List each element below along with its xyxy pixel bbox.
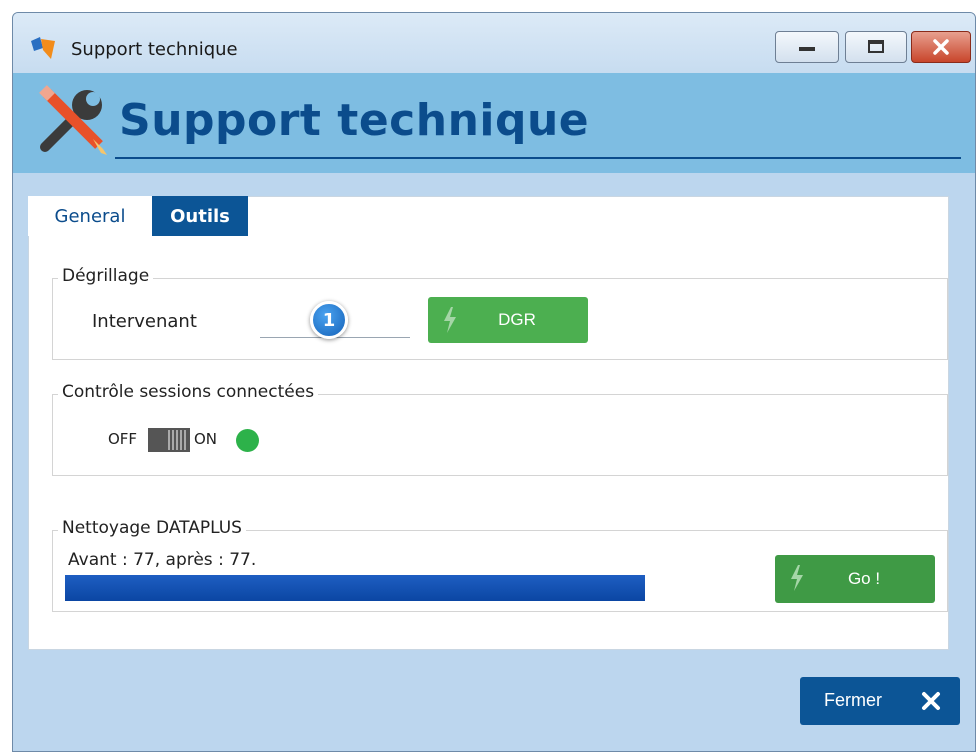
sessions-toggle[interactable] [148, 428, 190, 452]
go-button-label: Go ! [847, 569, 881, 588]
header-divider [115, 157, 961, 159]
degrillage-group-label: Dégrillage [58, 266, 154, 286]
close-button[interactable]: Fermer [800, 677, 960, 725]
cleanup-stats: Avant : 77, après : 77. [68, 550, 257, 570]
window-close-button[interactable] [911, 31, 971, 63]
step-badge: 1 [310, 301, 348, 339]
sessions-group-label: Contrôle sessions connectées [58, 382, 319, 402]
toggle-off-label: OFF [108, 430, 138, 448]
intervenant-label: Intervenant [92, 311, 197, 332]
dgr-button-label: DGR [498, 310, 536, 329]
window-title: Support technique [71, 39, 238, 60]
window-close-icon [933, 39, 949, 55]
status-indicator [236, 429, 259, 452]
maximize-icon [868, 40, 884, 53]
dgr-button[interactable]: DGR [428, 297, 588, 343]
progress-fill [65, 575, 645, 601]
header-banner: Support technique [13, 73, 975, 173]
cleanup-progress-bar [65, 575, 645, 601]
title-bar: Support technique [13, 13, 975, 73]
minimize-button[interactable] [775, 31, 839, 63]
close-x-icon [922, 692, 940, 710]
tab-general[interactable]: General [28, 196, 152, 236]
tools-icon [39, 85, 107, 155]
page-title: Support technique [119, 95, 590, 146]
go-button[interactable]: Go ! [775, 555, 935, 603]
minimize-icon [799, 47, 815, 51]
nettoyage-group-label: Nettoyage DATAPLUS [58, 518, 246, 538]
tab-outils[interactable]: Outils [152, 196, 248, 236]
app-icon [31, 37, 55, 59]
close-button-label: Fermer [824, 690, 882, 710]
toggle-knob[interactable] [168, 430, 186, 450]
toggle-on-label: ON [194, 430, 218, 448]
maximize-button[interactable] [845, 31, 907, 63]
